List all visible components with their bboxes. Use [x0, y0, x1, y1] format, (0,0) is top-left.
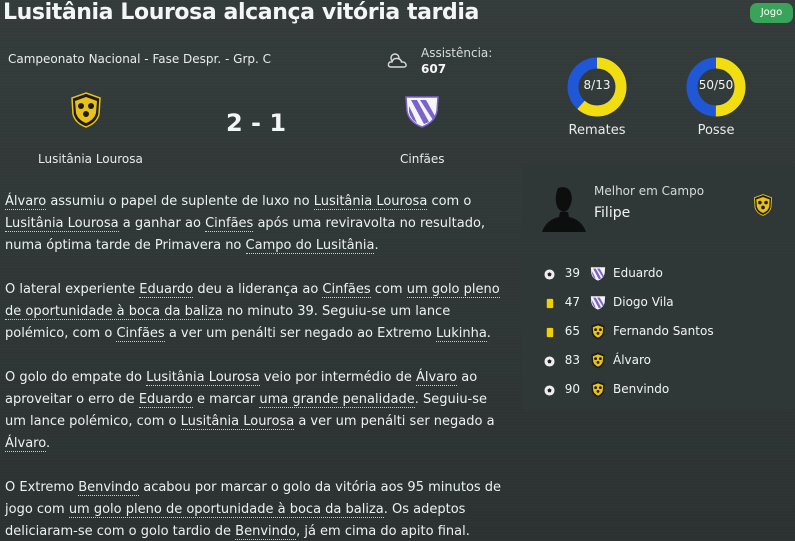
match-score: 2 - 1: [225, 109, 287, 137]
player-link[interactable]: Álvaro: [5, 194, 47, 210]
away-team-crest-icon: [590, 296, 606, 310]
competition-link[interactable]: Campeonato Nacional - Fase Despr. - Grp.…: [8, 52, 271, 66]
player-link[interactable]: Benvindo: [235, 524, 297, 540]
possession-ring[interactable]: 50/50: [685, 56, 747, 118]
yellow-card-icon: [546, 298, 554, 309]
team-link[interactable]: Lusitânia Lourosa: [313, 194, 428, 210]
goal-highlight-link[interactable]: uma grande penalidade: [259, 392, 415, 408]
player-link[interactable]: Benvindo: [78, 480, 140, 496]
player-link[interactable]: Eduardo: [139, 282, 194, 298]
away-team-crest-icon[interactable]: [404, 94, 440, 128]
news-headline: Lusitânia Lourosa alcança vitória tardia: [3, 0, 479, 25]
event-player[interactable]: Fernando Santos: [613, 324, 714, 338]
ball-icon: [544, 385, 555, 396]
player-link[interactable]: Álvaro: [5, 436, 46, 452]
article-paragraph: O golo do empate do Lusitânia Lourosa ve…: [5, 370, 495, 452]
home-team-name[interactable]: Lusitânia Lourosa: [38, 152, 143, 166]
home-team-crest-icon: [591, 352, 605, 369]
man-of-match-panel[interactable]: Melhor em Campo Filipe: [522, 164, 795, 242]
home-team-crest-icon[interactable]: [70, 92, 102, 128]
team-link[interactable]: Lusitânia Lourosa: [146, 370, 260, 386]
team-link[interactable]: Cinfães: [322, 282, 371, 298]
possession-value: 50/50: [698, 78, 734, 92]
man-of-match-title: Melhor em Campo: [594, 184, 705, 198]
event-minute: 83: [564, 353, 580, 367]
shots-ring[interactable]: 8/13: [566, 56, 628, 118]
team-link[interactable]: Lusitânia Lourosa: [5, 216, 119, 232]
article-body: Álvaro assumiu o papel de suplente de lu…: [5, 191, 505, 541]
event-minute: 65: [564, 324, 580, 338]
event-row[interactable]: 65 Fernando Santos: [522, 318, 795, 347]
event-player[interactable]: Álvaro: [613, 353, 651, 367]
player-silhouette-icon: [542, 187, 586, 232]
event-minute: 90: [564, 382, 580, 396]
shots-value: 8/13: [583, 78, 611, 92]
yellow-card-icon: [546, 327, 554, 338]
attendance-value: 607: [421, 62, 447, 76]
player-link[interactable]: Álvaro: [415, 370, 458, 386]
cloud-icon: [387, 53, 407, 68]
ball-icon: [544, 356, 555, 367]
event-row[interactable]: 47 Diogo Vila: [522, 289, 795, 318]
article-paragraph: O Extremo Benvindo acabou por marcar o g…: [5, 480, 502, 540]
goal-highlight-link[interactable]: um golo pleno de oportunidade à boca da …: [68, 502, 384, 518]
team-link[interactable]: Cinfães: [116, 326, 165, 342]
player-link[interactable]: Eduardo: [138, 392, 193, 408]
player-link[interactable]: Lukinha: [435, 326, 487, 342]
possession-label: Posse: [697, 123, 735, 138]
article-paragraph: Álvaro assumiu o papel de suplente de lu…: [5, 194, 486, 254]
event-minute: 47: [564, 295, 580, 309]
home-team-crest-icon: [753, 194, 773, 216]
ball-icon: [544, 269, 555, 280]
event-player[interactable]: Eduardo: [613, 266, 663, 280]
match-tag-button[interactable]: Jogo: [750, 3, 793, 23]
attendance-info: Assistência: 607: [387, 46, 507, 80]
away-team-crest-icon: [590, 267, 606, 281]
event-player[interactable]: Benvindo: [613, 382, 669, 396]
article-paragraph: O lateral experiente Eduardo deu a lider…: [5, 282, 500, 342]
team-link[interactable]: Lusitânia Lourosa: [180, 414, 295, 430]
away-team-name[interactable]: Cinfães: [400, 152, 445, 166]
team-link[interactable]: Cinfães: [205, 216, 254, 232]
man-of-match-name[interactable]: Filipe: [594, 205, 630, 221]
home-team-crest-icon: [591, 323, 605, 340]
match-stats-panel: 8/13 Remates 50/50 Posse: [522, 47, 795, 151]
event-row[interactable]: 39 Eduardo: [522, 260, 795, 289]
stadium-link[interactable]: Campo do Lusitânia: [245, 238, 375, 254]
event-row[interactable]: 90 Benvindo: [522, 376, 795, 405]
event-player[interactable]: Diogo Vila: [613, 295, 674, 309]
home-team-crest-icon: [591, 381, 605, 398]
event-row[interactable]: 83 Álvaro: [522, 347, 795, 376]
match-events-panel: 39 Eduardo 47 Diogo Vila 65 Fernando San…: [522, 256, 795, 410]
shots-label: Remates: [568, 123, 626, 138]
event-minute: 39: [564, 266, 580, 280]
attendance-label: Assistência:: [421, 46, 493, 60]
